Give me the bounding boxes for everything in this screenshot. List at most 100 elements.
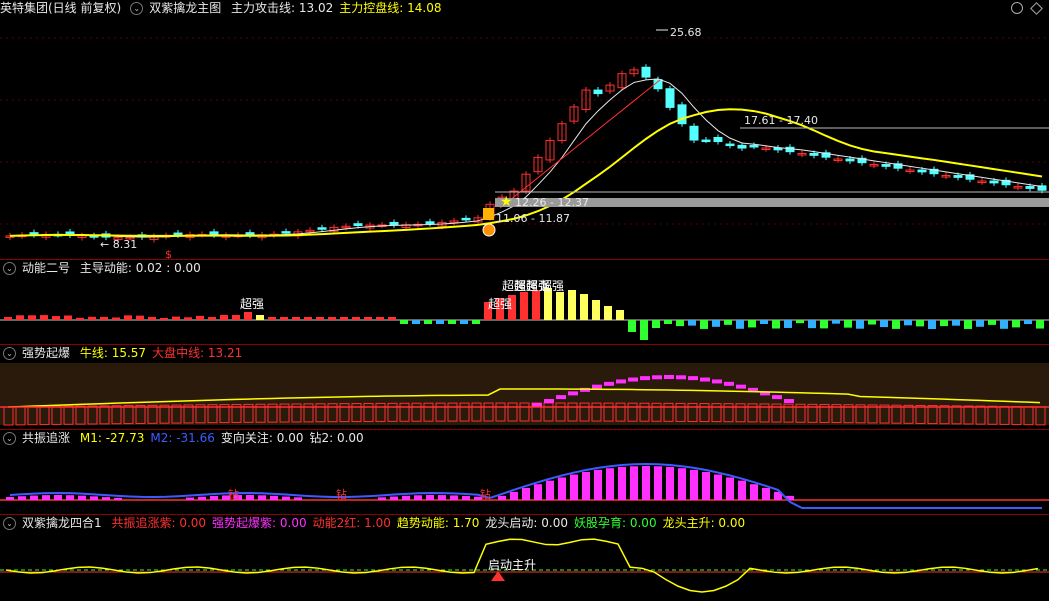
momentum-bar xyxy=(1036,320,1044,329)
momentum-bar xyxy=(64,315,72,320)
momentum-bar xyxy=(772,320,780,329)
momentum-bar xyxy=(472,320,480,324)
candle-body xyxy=(666,89,674,108)
momentum-bar xyxy=(832,320,840,324)
indicator-dropdown-icon[interactable]: ⌄ xyxy=(130,2,143,15)
momentum-bar xyxy=(796,320,804,323)
bull-block xyxy=(724,382,734,386)
candle-body xyxy=(426,222,434,224)
momentum-bar xyxy=(688,320,696,326)
panel4-name[interactable]: 共振追涨 xyxy=(22,431,70,445)
panel5-name[interactable]: 双紫擒龙四合1 xyxy=(22,516,102,530)
panel5-header: ⌄ 双紫擒龙四合1 共振追涨紫: 0.00 强势起爆紫: 0.00 动能2红: 1.0… xyxy=(0,515,757,531)
resonance-bar xyxy=(402,496,410,500)
candle-body xyxy=(318,228,326,230)
momentum-bar xyxy=(712,320,720,327)
range1-label: 17.61 - 17.40 xyxy=(744,114,818,127)
momentum-bar xyxy=(1012,320,1020,327)
diamond-mark: 钻 xyxy=(336,487,347,501)
momentum-bar xyxy=(40,315,48,320)
resonance-bar xyxy=(30,496,38,500)
momentum-bar xyxy=(448,320,456,324)
panel4-dropdown-icon[interactable]: ⌄ xyxy=(3,432,16,445)
bull-block xyxy=(604,382,614,386)
resonance-bar xyxy=(258,495,266,500)
panel2-values: 主导动能: 0.02 : 0.00 xyxy=(80,261,207,275)
candle-body xyxy=(642,67,650,77)
momentum-bar xyxy=(952,320,960,326)
candle-body xyxy=(738,145,746,148)
bull-block xyxy=(652,375,662,379)
momentum-bar xyxy=(340,317,348,320)
bull-block xyxy=(676,375,686,379)
resonance-bar xyxy=(390,497,398,500)
momentum-bar xyxy=(460,320,468,324)
momentum-bar xyxy=(916,320,924,326)
resonance-bar xyxy=(78,496,86,500)
panel5-value-4: 龙头启动: 0.00 xyxy=(485,516,568,530)
momentum-bar xyxy=(844,320,852,328)
panel3-dropdown-icon[interactable]: ⌄ xyxy=(3,347,16,360)
momentum-bar xyxy=(964,320,972,329)
resonance-bar xyxy=(198,497,206,500)
resonance-bar xyxy=(6,497,14,500)
super-strong-label: 超强 xyxy=(488,296,512,311)
panel4-value-1: M2: -31.66 xyxy=(150,431,215,445)
resonance-bar xyxy=(378,497,386,500)
momentum-bar xyxy=(16,315,24,320)
momentum-bar xyxy=(880,320,888,327)
main-indicator-values: 主力攻击线: 13.02 主力控盘线: 14.08 xyxy=(231,1,447,15)
momentum-bar xyxy=(28,315,36,320)
panel5-values: 共振追涨紫: 0.00 强势起爆紫: 0.00 动能2红: 1.00 趋势动能: 1.… xyxy=(111,516,751,530)
momentum-bar xyxy=(100,317,108,320)
momentum-bar xyxy=(76,318,84,320)
momentum-bar xyxy=(412,320,420,324)
momentum-bar xyxy=(748,320,756,327)
momentum-bar xyxy=(928,320,936,329)
panel5-value-2: 动能2红: 1.00 xyxy=(313,516,391,530)
resonance-bar xyxy=(618,467,626,500)
panel3-name[interactable]: 强势起爆 xyxy=(22,346,70,360)
range3-label: 11.06 - 11.87 xyxy=(496,212,570,225)
bull-block xyxy=(736,385,746,389)
price-chart[interactable]: 25.68 17.61 - 17.40 12.26 - 12.37 11.06 - 1… xyxy=(0,0,1049,259)
panel2-name[interactable]: 动能二号 xyxy=(22,261,70,275)
panel4-values: M1: -27.73 M2: -31.66 变向关注: 0.00 钻2: 0.00 xyxy=(80,431,370,445)
momentum-bar xyxy=(784,320,792,328)
momentum-bar xyxy=(436,320,444,324)
indicator-name[interactable]: 双紫擒龙主图 xyxy=(149,1,221,15)
candle-body xyxy=(690,126,698,140)
momentum-bar xyxy=(364,317,372,320)
momentum-bar xyxy=(280,317,288,320)
panel2-value-0: 主导动能: 0.02 : 0.00 xyxy=(80,261,201,275)
panel5-dropdown-icon[interactable]: ⌄ xyxy=(3,517,16,530)
resonance-panel[interactable]: ⌄ 共振追涨 M1: -27.73 M2: -31.66 变向关注: 0.00 钻2: … xyxy=(0,430,1049,515)
momentum-bar xyxy=(592,300,600,320)
resonance-bar xyxy=(510,492,518,500)
resonance-bar xyxy=(294,497,302,500)
candle-body xyxy=(462,218,470,220)
bull-block xyxy=(568,391,578,395)
signal-block xyxy=(483,208,494,220)
main-chart-panel[interactable]: 英特集团(日线 前复权) ⌄ 双紫擒龙主图 主力攻击线: 13.02 主力控盘线: 1… xyxy=(0,0,1049,260)
panel5-value-3: 趋势动能: 1.70 xyxy=(397,516,480,530)
resonance-bar xyxy=(750,484,758,500)
momentum-panel[interactable]: ⌄ 动能二号 主导动能: 0.02 : 0.00 超强 超强 超强 超强 超强 超强 xyxy=(0,260,1049,345)
panel2-dropdown-icon[interactable]: ⌄ xyxy=(3,262,16,275)
candle-body xyxy=(594,90,602,94)
resonance-bar xyxy=(594,470,602,500)
momentum-bar xyxy=(568,290,576,320)
momentum-bar xyxy=(664,320,672,324)
candle-body xyxy=(282,232,290,234)
bull-block xyxy=(664,375,674,379)
momentum-bar xyxy=(292,317,300,320)
momentum-bar xyxy=(220,315,228,320)
combo-panel[interactable]: ⌄ 双紫擒龙四合1 共振追涨紫: 0.00 强势起爆紫: 0.00 动能2红: 1.0… xyxy=(0,515,1049,601)
momentum-bar xyxy=(1000,320,1008,329)
resonance-bar xyxy=(690,470,698,500)
breakout-panel[interactable]: ⌄ 强势起爆 牛线: 15.57 大盘中线: 13.21 xyxy=(0,345,1049,430)
bull-block xyxy=(628,378,638,382)
launch-label: 启动主升 xyxy=(488,558,536,572)
super-strong-label: 超强 xyxy=(540,278,564,293)
resonance-bar xyxy=(246,495,254,500)
